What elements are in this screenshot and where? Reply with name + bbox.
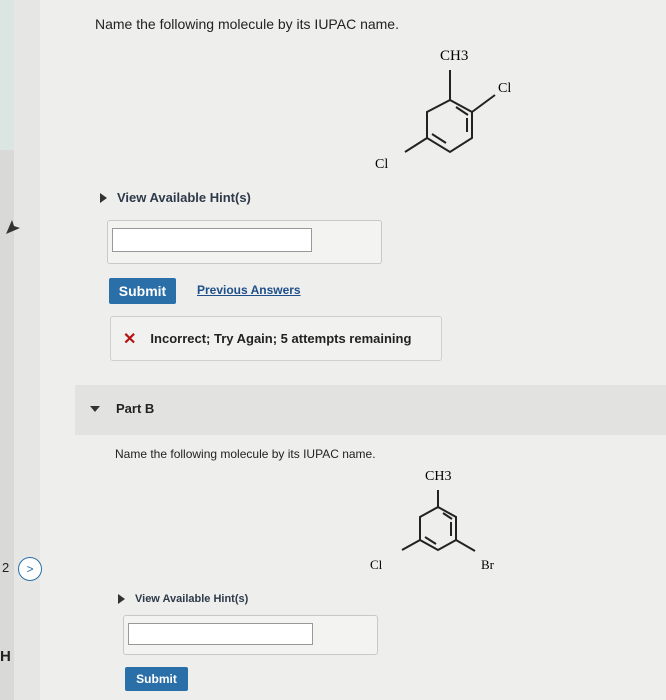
part-b-header[interactable] — [75, 385, 666, 435]
cursor-icon — [6, 220, 20, 234]
part-b-hint-toggle[interactable]: View Available Hint(s) — [118, 593, 248, 605]
part-b-right-label: Br — [481, 557, 495, 572]
part-a-molecule: CH3 Cl Cl — [375, 48, 511, 172]
part-a-submit-button[interactable]: Submit — [109, 278, 176, 304]
part-a-hint-toggle[interactable]: View Available Hint(s) — [100, 190, 251, 205]
expand-arrow-icon — [118, 594, 125, 604]
part-a-upper-right-label: Cl — [498, 81, 511, 96]
part-b-hint-label: View Available Hint(s) — [135, 593, 249, 605]
part-b-title: Part B — [116, 401, 155, 416]
part-a-hint-label: View Available Hint(s) — [117, 190, 251, 205]
left-fragment-text: H — [0, 648, 11, 665]
incorrect-x-icon: ✕ — [123, 330, 137, 348]
page-number: 2 — [2, 560, 10, 575]
part-b-left-label: Cl — [370, 557, 383, 572]
chevron-right-icon[interactable]: > — [18, 557, 42, 581]
left-rail-highlight — [0, 0, 14, 150]
part-a-lower-left-label: Cl — [375, 157, 388, 172]
left-rail — [0, 0, 14, 700]
part-a-question: Name the following molecule by its IUPAC… — [95, 16, 399, 32]
part-a-answer-input[interactable] — [112, 228, 312, 252]
part-a-feedback-text: Incorrect; Try Again; 5 attempts remaini… — [150, 331, 412, 346]
part-b-answer-input[interactable] — [128, 623, 313, 645]
part-a-top-label: CH3 — [440, 48, 468, 64]
collapse-arrow-icon[interactable] — [90, 406, 100, 412]
part-b-submit-button[interactable]: Submit — [125, 667, 188, 691]
expand-arrow-icon — [100, 192, 107, 203]
part-b-question: Name the following molecule by its IUPAC… — [115, 447, 376, 461]
part-a-feedback: ✕ Incorrect; Try Again; 5 attempts remai… — [110, 316, 442, 361]
part-b-molecule: CH3 Cl Br — [370, 469, 495, 572]
previous-answers-link[interactable]: Previous Answers — [197, 283, 301, 297]
part-b-top-label: CH3 — [425, 469, 451, 484]
